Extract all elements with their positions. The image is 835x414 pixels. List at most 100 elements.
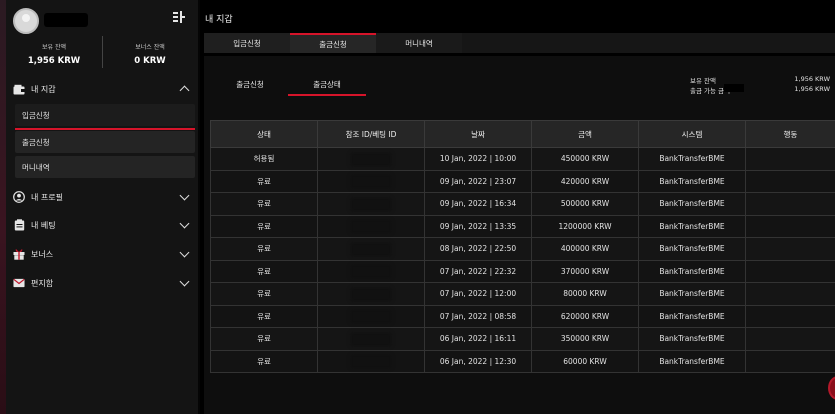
gift-icon: [13, 249, 25, 260]
amount-cell: 620000 KRW: [531, 304, 639, 328]
date-cell: 06 Jan, 2022 | 12:30: [424, 349, 532, 373]
column-header: 날짜: [424, 120, 532, 148]
reference-id-cell: [317, 237, 425, 261]
balance-summary: 보유 잔액 1,956 KRW: [6, 42, 102, 66]
menu-toggle-icon[interactable]: [172, 10, 186, 24]
reference-id-cell: [317, 169, 425, 193]
envelope-icon: [13, 278, 25, 289]
date-cell: 07 Jan, 2022 | 12:00: [424, 282, 532, 306]
chevron-up-icon: [179, 85, 190, 96]
status-cell: 유료: [210, 259, 318, 283]
system-cell: BankTransferBME: [638, 327, 746, 351]
date-cell: 09 Jan, 2022 | 16:34: [424, 192, 532, 216]
summary-withdrawable: 출금 가능 금액 1,956 KRW: [690, 85, 830, 95]
sidebar-subitem-withdraw[interactable]: 출금신청: [15, 131, 195, 153]
sidebar-item-inbox[interactable]: 편지함: [8, 272, 194, 294]
tab-money-history[interactable]: 머니내역: [376, 33, 462, 53]
profile-card: 보유 잔액 1,956 KRW 보너스 잔액 0 KRW: [6, 0, 198, 74]
redaction-mark: [353, 244, 389, 254]
action-cell[interactable]: [745, 349, 835, 373]
reference-id-cell: [317, 282, 425, 306]
column-header: 상태: [210, 120, 318, 148]
reference-id-cell: [317, 327, 425, 351]
tab-withdraw[interactable]: 출금신청: [290, 33, 376, 53]
system-cell: BankTransferBME: [638, 349, 746, 373]
subtab-label: 출금상태: [313, 79, 341, 89]
bonus-label: 보너스 잔액: [135, 44, 165, 51]
status-cell: 유료: [210, 327, 318, 351]
sidebar-item-profile[interactable]: 내 프로필: [8, 186, 194, 208]
action-cell[interactable]: [745, 327, 835, 351]
amount-cell: 350000 KRW: [531, 327, 639, 351]
system-cell: BankTransferBME: [638, 147, 746, 171]
main-content: 내 지갑 입금신청 출금신청 머니내역 출금신청 출금상태 보유 잔액 1,95…: [200, 0, 835, 414]
system-cell: BankTransferBME: [638, 214, 746, 238]
date-cell: 07 Jan, 2022 | 08:58: [424, 304, 532, 328]
action-cell[interactable]: [745, 259, 835, 283]
action-cell[interactable]: [745, 147, 835, 171]
sidebar-item-bets[interactable]: 내 베팅: [8, 214, 194, 236]
amount-cell: 60000 KRW: [531, 349, 639, 373]
amount-cell: 420000 KRW: [531, 169, 639, 193]
sidebar: 보유 잔액 1,956 KRW 보너스 잔액 0 KRW 내 지갑 입금신청 출…: [6, 0, 198, 414]
tab-label: 출금신청: [319, 39, 347, 49]
table-row: 유료 07 Jan, 2022 | 08:58 620000 KRW BankT…: [210, 304, 835, 328]
sidebar-item-wallet[interactable]: 내 지갑: [8, 78, 194, 100]
sidebar-subitem-money-history[interactable]: 머니내역: [15, 156, 195, 178]
action-cell[interactable]: [745, 169, 835, 193]
table-row: 허용됨 10 Jan, 2022 | 10:00 450000 KRW Bank…: [210, 147, 835, 171]
amount-cell: 1200000 KRW: [531, 214, 639, 238]
active-indicator: [15, 128, 195, 130]
subtab-withdraw-status[interactable]: 출금상태: [288, 72, 366, 96]
reference-id-cell: [317, 259, 425, 283]
date-cell: 07 Jan, 2022 | 22:32: [424, 259, 532, 283]
sidebar-subitem-deposit[interactable]: 입금신청: [15, 104, 195, 126]
amount-cell: 370000 KRW: [531, 259, 639, 283]
chevron-down-icon: [179, 218, 190, 229]
avatar[interactable]: [13, 8, 39, 34]
amount-cell: 400000 KRW: [531, 237, 639, 261]
chevron-down-icon: [179, 190, 190, 201]
sidebar-item-label: 편지함: [31, 278, 54, 288]
chevron-down-icon: [179, 247, 190, 258]
sidebar-subitem-label: 입금신청: [22, 110, 50, 120]
summary-label: 보유 잔액: [690, 77, 716, 85]
table-header-row: 상태 참조 ID/베팅 ID 날짜 금액 시스템 행동: [210, 120, 835, 148]
table-row: 유료 07 Jan, 2022 | 22:32 370000 KRW BankT…: [210, 259, 835, 283]
column-header: 시스템: [638, 120, 746, 148]
redaction-mark: [353, 289, 389, 299]
date-cell: 08 Jan, 2022 | 22:50: [424, 237, 532, 261]
sidebar-item-label: 내 프로필: [31, 192, 63, 202]
system-cell: BankTransferBME: [638, 169, 746, 193]
status-cell: 유료: [210, 237, 318, 261]
system-cell: BankTransferBME: [638, 282, 746, 306]
action-cell[interactable]: [745, 192, 835, 216]
column-header: 행동: [745, 120, 835, 148]
system-cell: BankTransferBME: [638, 259, 746, 283]
amount-cell: 500000 KRW: [531, 192, 639, 216]
tab-deposit[interactable]: 입금신청: [204, 33, 290, 53]
table-row: 유료 07 Jan, 2022 | 12:00 80000 KRW BankTr…: [210, 282, 835, 306]
table-row: 유료 09 Jan, 2022 | 23:07 420000 KRW BankT…: [210, 169, 835, 193]
sidebar-item-bonus[interactable]: 보너스: [8, 243, 194, 265]
redaction-mark: [353, 357, 389, 366]
balance-value: 1,956 KRW: [27, 56, 81, 66]
date-cell: 09 Jan, 2022 | 23:07: [424, 169, 532, 193]
redaction-mark: [353, 334, 389, 344]
chevron-down-icon: [179, 276, 190, 287]
wallet-tabs: 입금신청 출금신청 머니내역: [204, 33, 835, 53]
summary-value: 1,956 KRW: [794, 75, 830, 83]
action-cell[interactable]: [745, 304, 835, 328]
action-cell[interactable]: [745, 282, 835, 306]
bonus-summary: 보너스 잔액 0 KRW: [102, 42, 198, 66]
table-row: 유료 06 Jan, 2022 | 12:30 60000 KRW BankTr…: [210, 349, 835, 373]
sidebar-item-label: 내 베팅: [31, 220, 56, 230]
reference-id-cell: [317, 192, 425, 216]
date-cell: 06 Jan, 2022 | 16:11: [424, 327, 532, 351]
action-cell[interactable]: [745, 214, 835, 238]
subtab-withdraw-request[interactable]: 출금신청: [212, 72, 288, 96]
action-cell[interactable]: [745, 237, 835, 261]
bonus-value: 0 KRW: [134, 56, 166, 66]
redaction-mark: [353, 199, 389, 209]
subtab-label: 출금신청: [236, 79, 264, 89]
